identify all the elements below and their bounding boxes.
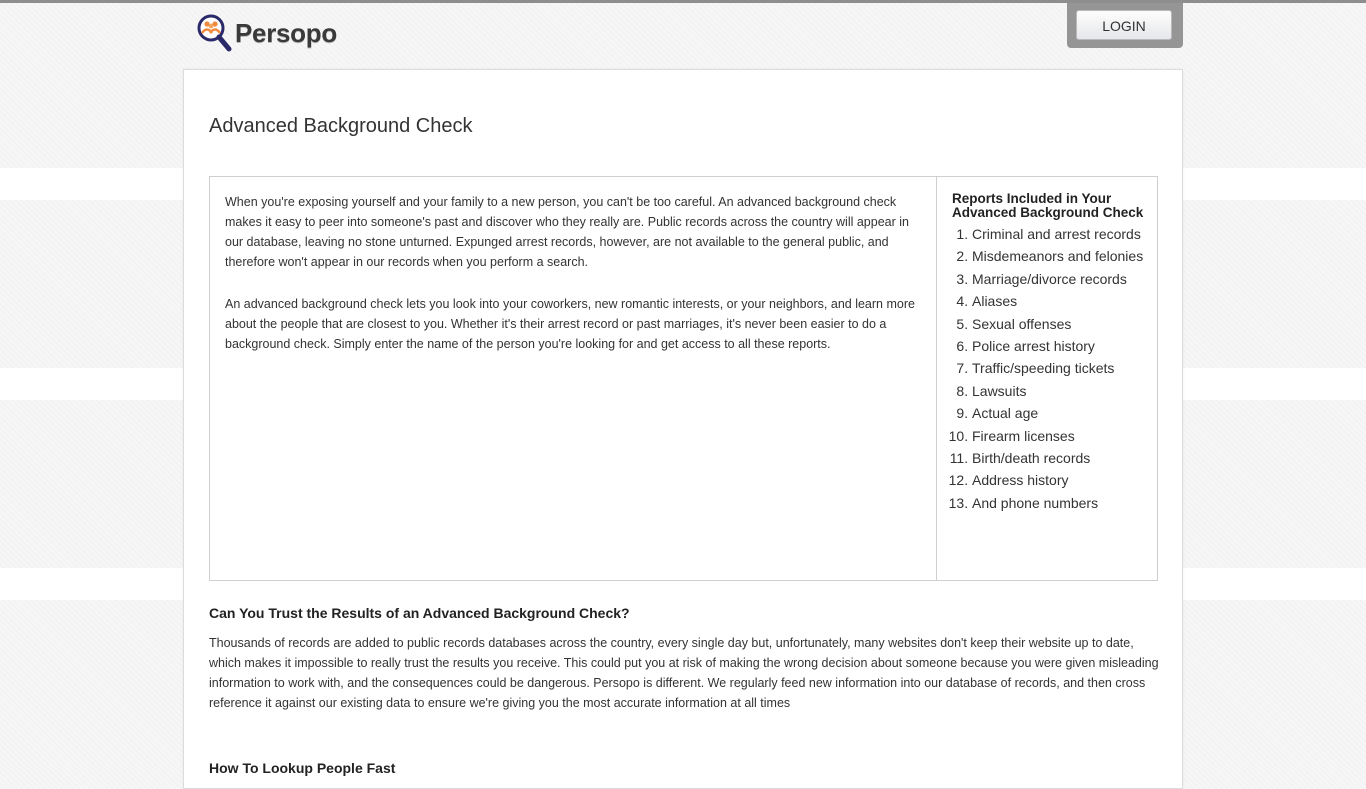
report-item: Lawsuits xyxy=(972,380,1147,402)
report-item: Traffic/speeding tickets xyxy=(972,357,1147,379)
report-item: Birth/death records xyxy=(972,447,1147,469)
login-frame: LOGIN xyxy=(1067,3,1183,48)
info-box: When you're exposing yourself and your f… xyxy=(209,176,1158,581)
report-item: Address history xyxy=(972,469,1147,491)
report-item: Sexual offenses xyxy=(972,313,1147,335)
brand-name: Persopo xyxy=(235,17,337,48)
brand-logo-link[interactable]: Persopo xyxy=(196,13,337,53)
report-item: Aliases xyxy=(972,290,1147,312)
report-item: Police arrest history xyxy=(972,335,1147,357)
magnifier-people-icon xyxy=(196,13,232,53)
report-item: Actual age xyxy=(972,402,1147,424)
reports-title: Reports Included in Your Advanced Backgr… xyxy=(952,191,1144,220)
login-button[interactable]: LOGIN xyxy=(1076,10,1172,40)
report-item: Marriage/divorce records xyxy=(972,268,1147,290)
report-item: Criminal and arrest records xyxy=(972,223,1147,245)
report-item: Misdemeanors and felonies xyxy=(972,245,1147,267)
report-item: And phone numbers xyxy=(972,492,1147,514)
content-card: Advanced Background Check When you're ex… xyxy=(183,69,1183,789)
intro-paragraph: When you're exposing yourself and your f… xyxy=(225,195,909,269)
trust-body: Thousands of records are added to public… xyxy=(209,636,1159,710)
lookup-heading: How To Lookup People Fast xyxy=(209,760,396,776)
intro-paragraph: An advanced background check lets you lo… xyxy=(225,297,915,351)
reports-list: Criminal and arrest records Misdemeanors… xyxy=(952,223,1147,514)
intro-text: When you're exposing yourself and your f… xyxy=(210,177,937,580)
trust-heading: Can You Trust the Results of an Advanced… xyxy=(209,605,630,621)
report-item: Firearm licenses xyxy=(972,425,1147,447)
page-title: Advanced Background Check xyxy=(209,115,473,137)
reports-sidebar: Reports Included in Your Advanced Backgr… xyxy=(937,177,1157,580)
